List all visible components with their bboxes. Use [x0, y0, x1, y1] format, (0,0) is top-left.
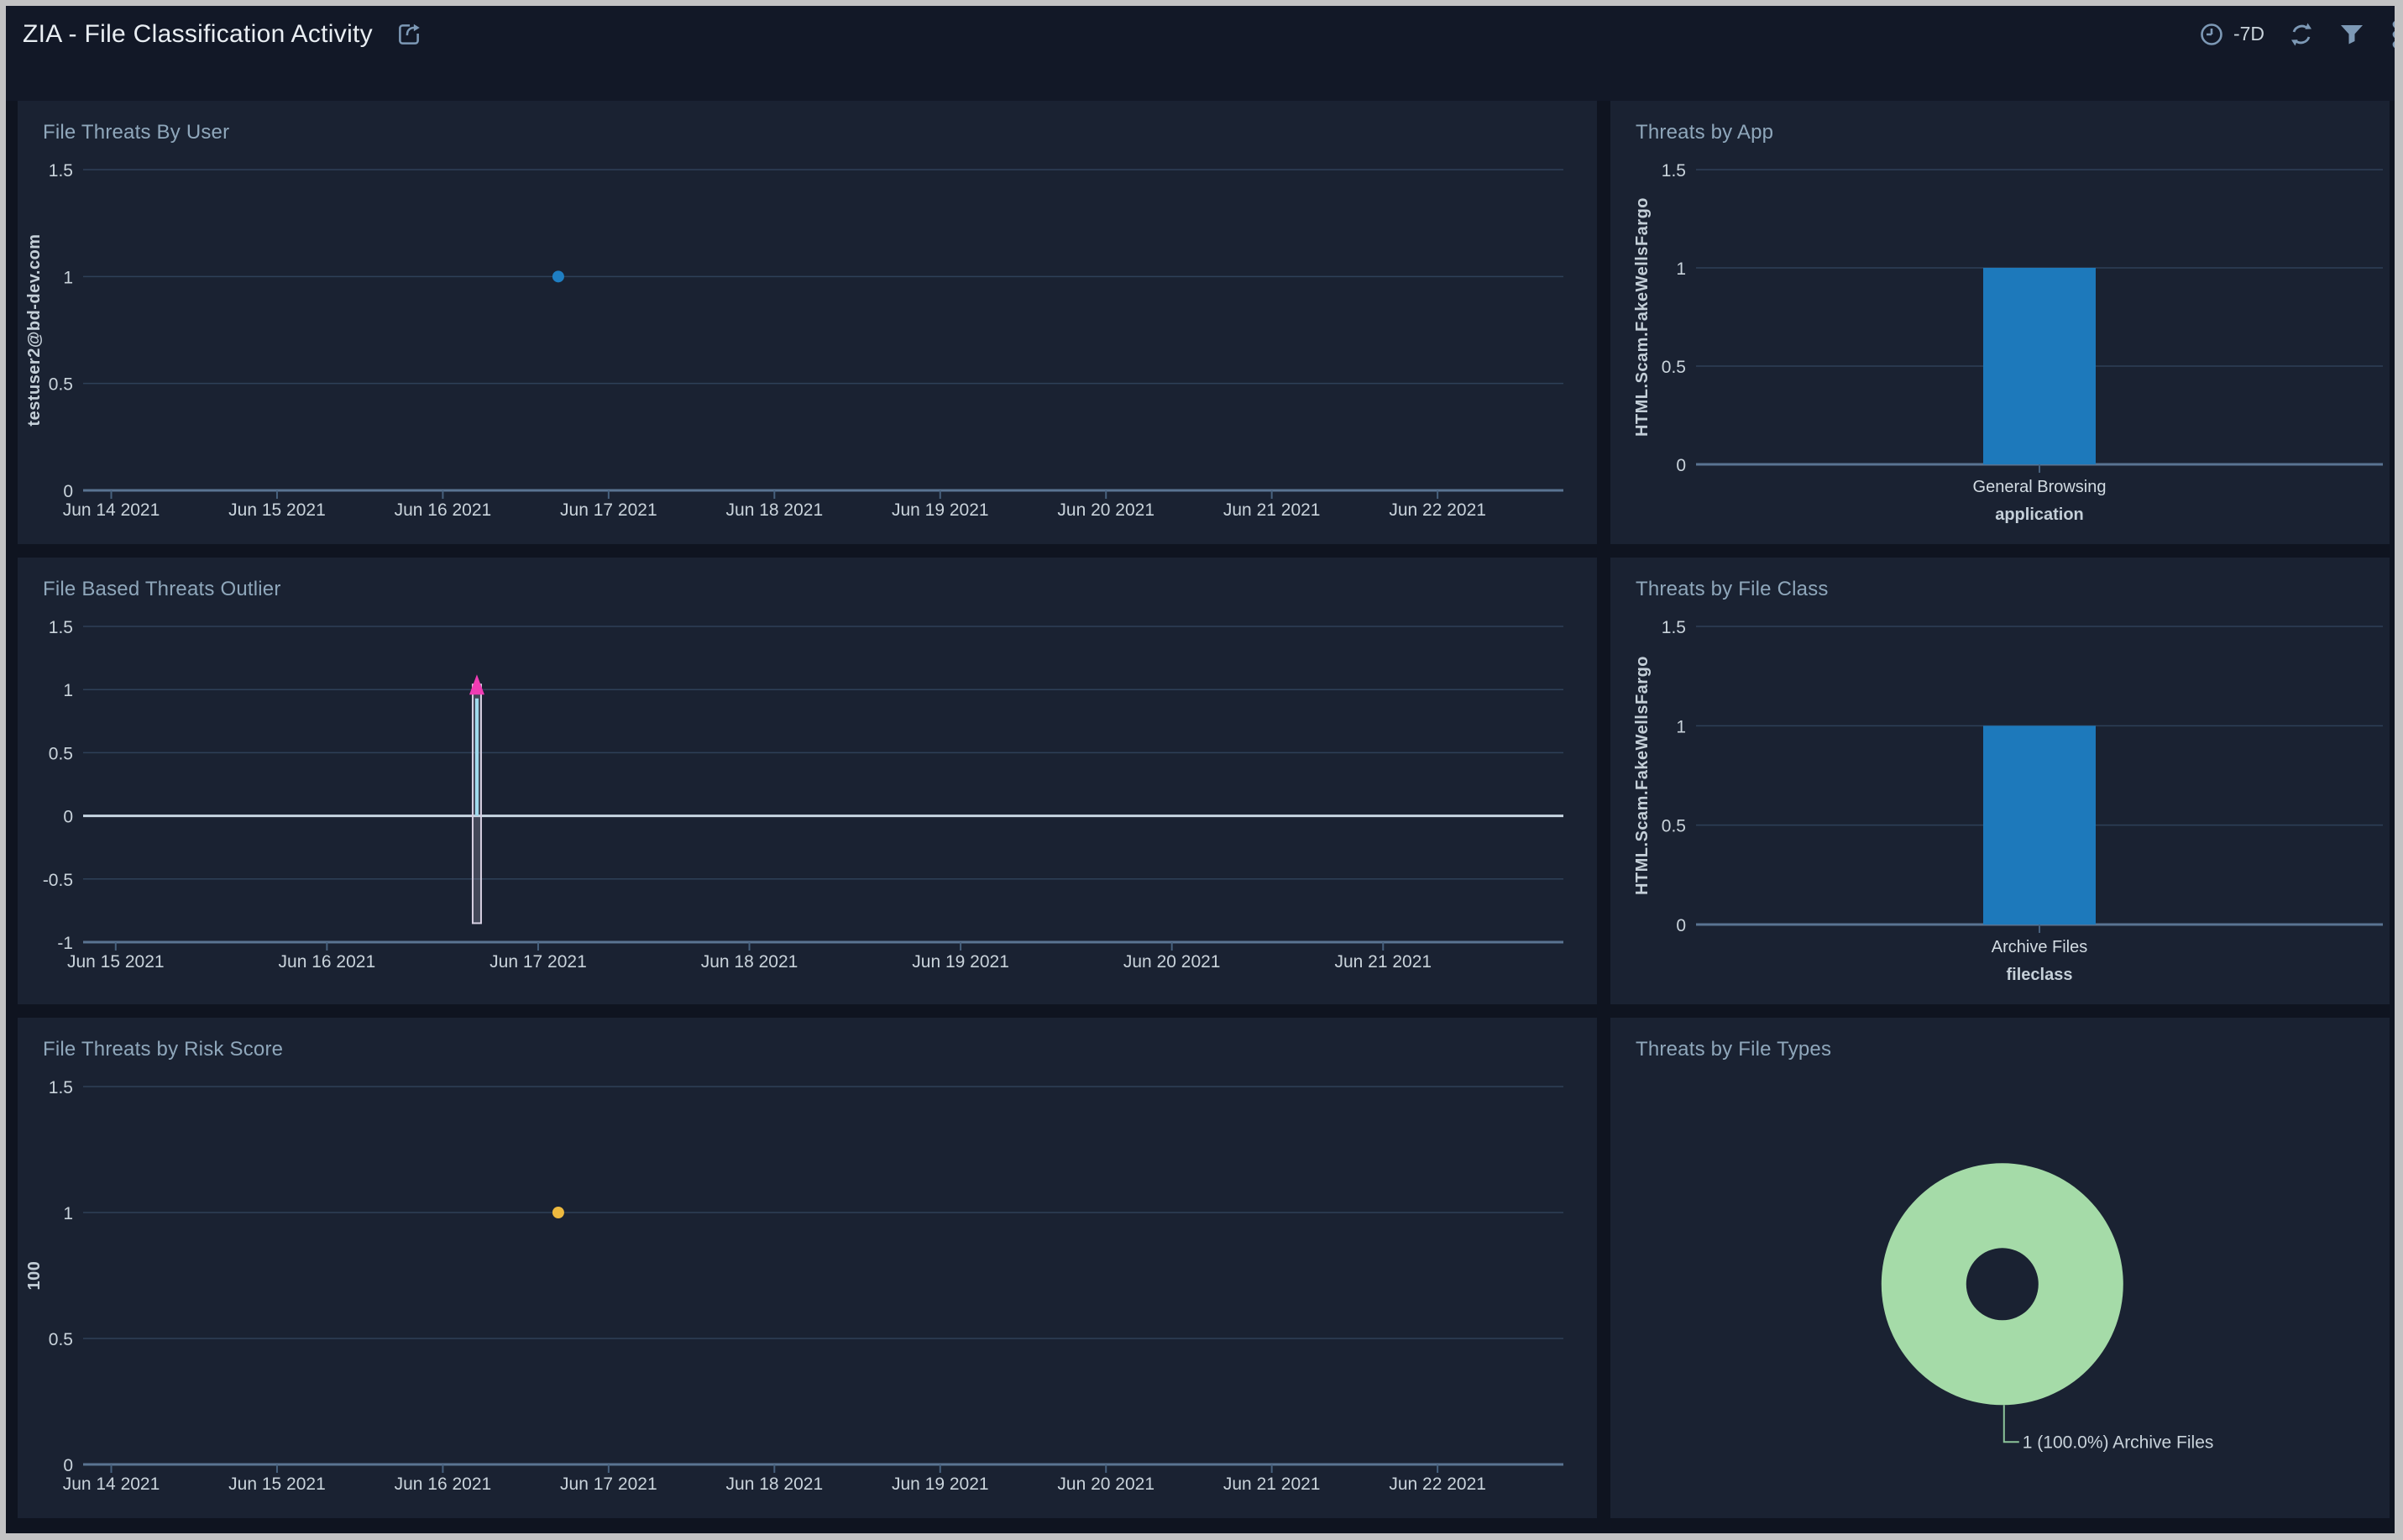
refresh-icon[interactable]	[2288, 21, 2315, 48]
x-axis-label: application	[1995, 505, 2084, 524]
y-tick-label: 0.5	[1662, 817, 1686, 836]
chart-file-threats-by-user: 1.5 1 0.5 0Jun 14 2021 Jun 15 2021 Jun 16 202…	[18, 151, 1597, 544]
chart-threats-by-file-types: 1 (100.0%) Archive Files	[1610, 1068, 2390, 1518]
y-axis-label: HTML.Scam.FakeWellsFargo	[1633, 197, 1652, 437]
x-tick-label: Jun 15 2021	[67, 952, 165, 972]
kebab-menu-icon[interactable]	[2389, 19, 2395, 50]
y-tick-label: 1	[1676, 259, 1686, 279]
data-point[interactable]	[552, 1207, 564, 1218]
panel-threats-by-app[interactable]: Threats by App 1.5 1 0.5 0 HTML.Scam.FakeWel…	[1610, 101, 2390, 544]
outlier-arrow[interactable]	[469, 674, 484, 694]
y-tick-label: 0.5	[49, 1330, 73, 1349]
panel-grid: File Threats By User 1.510.50Jun 14 2021…	[6, 101, 2395, 1518]
x-tick-label: Jun 16 2021	[395, 1475, 492, 1494]
y-tick-label: 1	[63, 681, 73, 700]
x-tick-label: Jun 19 2021	[892, 500, 989, 520]
x-axis-label: fileclass	[2007, 966, 2073, 984]
bar[interactable]	[1983, 268, 2096, 464]
y-tick-label: 1.5	[49, 1078, 73, 1097]
x-tick-label: Jun 21 2021	[1334, 952, 1432, 972]
y-tick-label: 1	[1676, 717, 1686, 736]
y-tick-label: 1.5	[1662, 618, 1686, 637]
x-tick-label: Jun 16 2021	[279, 952, 376, 972]
panel-title: File Threats by Risk Score	[18, 1018, 1597, 1068]
y-tick-label: 1	[63, 1204, 73, 1223]
panel-file-based-threats-outlier[interactable]: File Based Threats Outlier 1.5 1 0.5 0 -0.5 -…	[18, 558, 1597, 1004]
x-tick-label: Jun 22 2021	[1389, 500, 1486, 520]
chart-file-based-threats-outlier: 1.5 1 0.5 0 -0.5 -1Jun 15 2021 Jun 16 2021 Jun …	[18, 608, 1597, 1004]
time-range-label[interactable]: -7D	[2233, 23, 2264, 45]
time-range-control[interactable]: -7D	[2198, 21, 2264, 48]
dashboard-frame: ZIA - File Classification Activity -7D	[0, 0, 2403, 1540]
y-tick-label: 0	[1676, 456, 1686, 475]
category-label: General Browsing	[1973, 478, 2107, 496]
x-tick-label: Jun 18 2021	[726, 500, 824, 520]
x-tick-label: Jun 18 2021	[701, 952, 798, 972]
x-tick-label: Jun 15 2021	[228, 500, 326, 520]
x-tick-label: Jun 19 2021	[912, 952, 1009, 972]
x-tick-label: Jun 18 2021	[726, 1475, 824, 1494]
y-tick-label: -1	[57, 934, 73, 953]
x-tick-label: Jun 20 2021	[1057, 500, 1154, 520]
y-tick-label: 0	[63, 808, 73, 827]
x-tick-label: Jun 17 2021	[560, 500, 657, 520]
bar[interactable]	[1983, 725, 2096, 925]
panel-threats-by-file-class[interactable]: Threats by File Class 1.5 1 0.5 0 HTML.Scam.…	[1610, 558, 2390, 1004]
y-tick-label: 1	[63, 268, 73, 287]
data-point[interactable]	[552, 270, 564, 282]
x-tick-label: Jun 20 2021	[1057, 1475, 1154, 1494]
x-tick-label: Jun 16 2021	[395, 500, 492, 520]
panel-file-threats-by-risk-score[interactable]: File Threats by Risk Score 1.510.50Jun 1…	[18, 1018, 1597, 1518]
x-tick-label: Jun 19 2021	[892, 1475, 989, 1494]
share-icon[interactable]	[395, 20, 423, 49]
y-tick-label: 1.5	[49, 161, 73, 181]
y-tick-label: 0.5	[49, 744, 73, 763]
panel-threats-by-file-types[interactable]: Threats by File Types 1 (100.0%) Archive…	[1610, 1018, 2390, 1518]
panel-title: Threats by File Class	[1610, 558, 2390, 608]
y-tick-label: 1.5	[49, 618, 73, 637]
x-tick-label: Jun 14 2021	[63, 1475, 160, 1494]
x-tick-label: Jun 17 2021	[490, 952, 587, 972]
x-tick-label: Jun 14 2021	[63, 500, 160, 520]
panel-title: File Threats By User	[18, 101, 1597, 151]
x-tick-label: Jun 17 2021	[560, 1475, 657, 1494]
clock-icon[interactable]	[2198, 21, 2225, 48]
x-tick-label: Jun 22 2021	[1389, 1475, 1486, 1494]
x-tick-label: Jun 15 2021	[228, 1475, 326, 1494]
filter-icon[interactable]	[2338, 21, 2365, 48]
chart-threats-by-file-class: 1.5 1 0.5 0 HTML.Scam.FakeWellsFargo Archive …	[1610, 608, 2390, 1004]
chart-threats-by-app: 1.5 1 0.5 0 HTML.Scam.FakeWellsFargo General …	[1610, 151, 2390, 544]
y-axis-label: HTML.Scam.FakeWellsFargo	[1633, 656, 1652, 895]
panel-title: Threats by File Types	[1610, 1018, 2390, 1068]
y-tick-label: 0	[1676, 916, 1686, 935]
x-tick-label: Jun 20 2021	[1123, 952, 1221, 972]
panel-file-threats-by-user[interactable]: File Threats By User 1.5 1 0.5 0Jun 14 2021…	[18, 101, 1597, 544]
x-tick-label: Jun 21 2021	[1223, 500, 1321, 520]
y-tick-label: 1.5	[1662, 161, 1686, 181]
x-tick-label: Jun 21 2021	[1223, 1475, 1321, 1494]
chart-file-threats-by-risk-score: 1.5 1 0.5 0Jun 14 2021 Jun 15 2021 Jun 16 202…	[18, 1068, 1597, 1518]
y-axis-label: 100	[25, 1261, 44, 1291]
y-tick-label: 0	[63, 1456, 73, 1475]
dashboard-header: ZIA - File Classification Activity -7D	[6, 6, 2395, 101]
panel-title: Threats by App	[1610, 101, 2390, 151]
header-toolbar: -7D	[2198, 19, 2395, 50]
panel-title: File Based Threats Outlier	[18, 558, 1597, 608]
category-label: Archive Files	[1992, 938, 2087, 956]
y-tick-label: 0.5	[1662, 358, 1686, 377]
donut-callout-label: 1 (100.0%) Archive Files	[2023, 1433, 2214, 1452]
y-axis-label: testuser2@bd-dev.com	[25, 233, 44, 426]
donut-hole	[1966, 1248, 2039, 1320]
donut-callout-line	[2004, 1405, 2019, 1442]
y-tick-label: -0.5	[43, 871, 73, 890]
y-tick-label: 0.5	[49, 375, 73, 395]
y-tick-label: 0	[63, 482, 73, 501]
dashboard-title: ZIA - File Classification Activity	[23, 20, 373, 49]
